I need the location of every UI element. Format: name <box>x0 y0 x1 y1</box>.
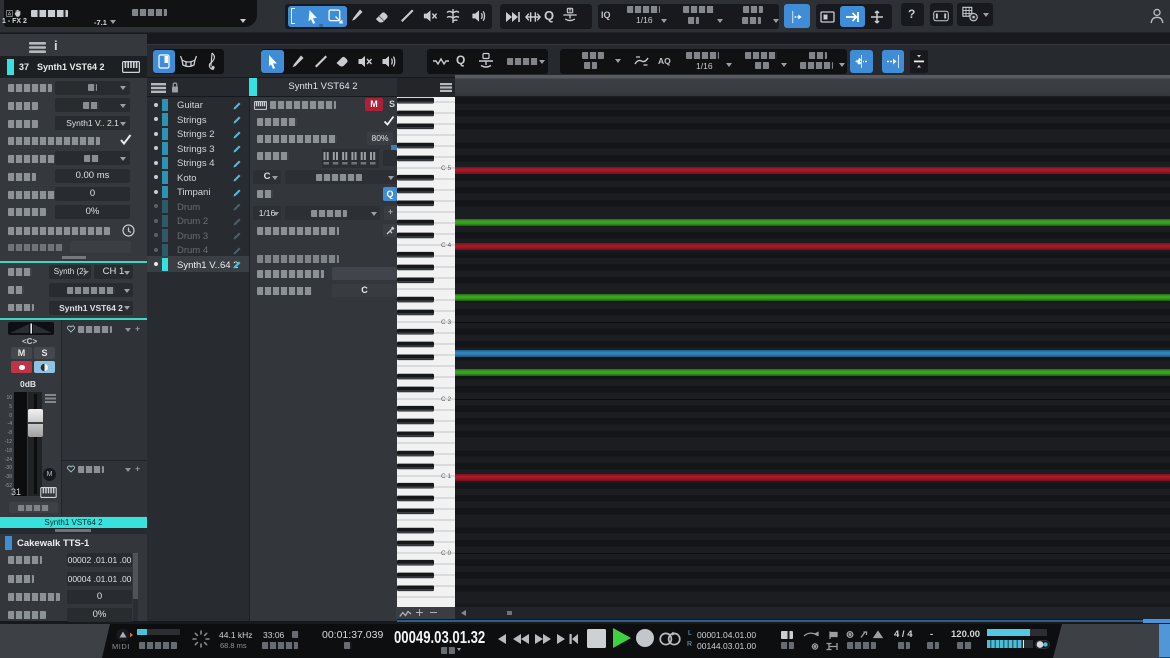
svg-text:C 0: C 0 <box>441 550 452 557</box>
svg-text:A: A <box>8 11 12 17</box>
svg-text:C 3: C 3 <box>441 319 452 326</box>
svg-text:C 1: C 1 <box>441 473 452 480</box>
svg-text:C 5: C 5 <box>441 165 452 172</box>
svg-text:C 2: C 2 <box>441 396 452 403</box>
svg-text:C 4: C 4 <box>441 242 452 249</box>
